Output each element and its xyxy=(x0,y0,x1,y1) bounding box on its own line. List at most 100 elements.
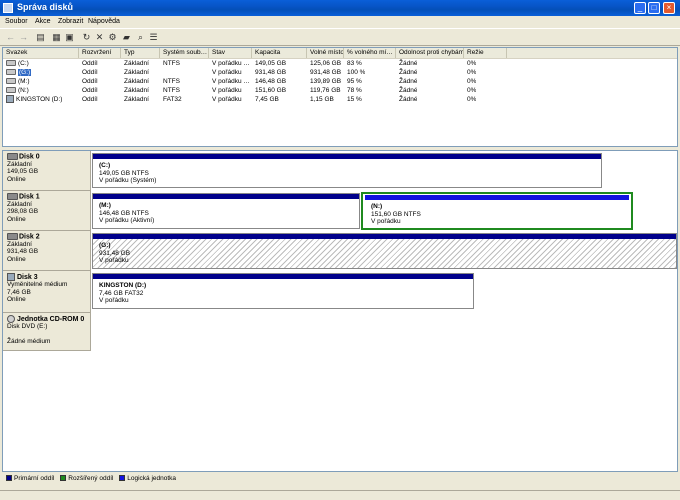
partition-name: KINGSTON (D:) xyxy=(99,282,147,289)
col-system-souboru[interactable]: Systém soub… xyxy=(160,48,209,58)
cdrom-icon xyxy=(7,315,15,323)
volume-fs xyxy=(160,68,163,77)
partition-c[interactable]: (C:) 149,05 GB NTFS V pořádku (Systém) xyxy=(92,153,602,188)
disk-type: Základní xyxy=(7,160,32,168)
volume-fault: Žádné xyxy=(399,69,418,76)
legend-swatch-primary xyxy=(6,475,12,482)
table-row[interactable]: (M:) Oddíl Základní NTFS V pořádku … 146… xyxy=(3,77,677,86)
volume-status: V pořádku … xyxy=(212,60,250,67)
partition-status: V pořádku (Systém) xyxy=(99,177,157,184)
volume-free: 931,48 GB xyxy=(310,69,342,76)
close-button[interactable]: × xyxy=(663,2,675,14)
menu-napoveda[interactable]: Nápověda xyxy=(88,18,120,25)
drive-icon xyxy=(6,60,16,67)
disk-2-label[interactable]: Disk 2 Základní 931,48 GB Online xyxy=(3,231,91,271)
menu-zobrazit[interactable]: Zobrazit xyxy=(58,18,83,25)
volume-pct: 15 % xyxy=(347,96,362,103)
extended-partition[interactable]: (N:) 151,60 GB NTFS V pořádku xyxy=(361,192,633,230)
disk-state: Online xyxy=(7,215,26,223)
disk-name: Jednotka CD-ROM 0 xyxy=(17,315,85,323)
volume-type: Základní xyxy=(124,96,149,103)
disk-graph-view[interactable]: Disk 0 Základní 149,05 GB Online (C:) 14… xyxy=(2,150,678,472)
volume-overhead: 0% xyxy=(467,69,477,76)
col-odolnost[interactable]: Odolnost proti chybám xyxy=(396,48,464,58)
maximize-button[interactable]: □ xyxy=(648,2,660,14)
disk-0-label[interactable]: Disk 0 Základní 149,05 GB Online xyxy=(3,151,91,191)
disk-3-label[interactable]: Disk 3 Vyměnitelné médium 7,46 GB Online xyxy=(3,271,91,313)
volume-name: KINGSTON (D:) xyxy=(16,96,63,103)
partition-d[interactable]: KINGSTON (D:) 7,46 GB FAT32 V pořádku xyxy=(92,273,474,309)
disk-size: 149,05 GB xyxy=(7,168,39,176)
menu-akce[interactable]: Akce xyxy=(35,18,51,25)
legend-label: Rozšířený oddíl xyxy=(68,475,114,482)
volume-capacity: 7,45 GB xyxy=(255,96,279,103)
disk-name: Disk 2 xyxy=(19,233,40,241)
partition-size: 7,46 GB FAT32 xyxy=(99,289,144,297)
volume-fault: Žádné xyxy=(399,96,418,103)
partition-g[interactable]: (G:) 931,48 GB V pořádku xyxy=(92,233,677,269)
disk-name: Disk 0 xyxy=(19,153,40,161)
partition-status: V pořádku xyxy=(371,218,401,225)
menu-soubor[interactable]: Soubor xyxy=(5,18,28,25)
volume-layout: Oddíl xyxy=(82,69,98,76)
menu-bar: Soubor Akce Zobrazit Nápověda xyxy=(0,16,680,28)
volume-free: 119,76 GB xyxy=(310,87,341,94)
table-row[interactable]: (N:) Oddíl Základní NTFS V pořádku 151,6… xyxy=(3,86,677,95)
col-svazek[interactable]: Svazek xyxy=(3,48,79,58)
volume-pct: 100 % xyxy=(347,69,366,76)
col-rezie[interactable]: Režie xyxy=(464,48,507,58)
volume-capacity: 149,05 GB xyxy=(255,60,287,67)
volume-capacity: 931,48 GB xyxy=(255,69,287,76)
toolbar: ← → ▤ ▦ ▣ ↻ ✕ ⚙ ▰ ⌕ ☰ xyxy=(0,28,680,46)
table-row[interactable]: (C:) Oddíl Základní NTFS V pořádku … 149… xyxy=(3,59,677,68)
drive-icon xyxy=(6,78,16,85)
settings-icon[interactable]: ⚙ xyxy=(106,31,119,43)
volume-list[interactable]: Svazek Rozvržení Typ Systém soub… Stav K… xyxy=(2,47,678,147)
volume-free: 125,06 GB xyxy=(310,60,342,67)
forward-icon[interactable]: → xyxy=(17,31,30,43)
volume-type: Základní xyxy=(124,78,149,85)
col-typ[interactable]: Typ xyxy=(121,48,160,58)
partition-m[interactable]: (M:) 146,48 GB NTFS V pořádku (Aktivní) xyxy=(92,193,360,229)
volume-pct: 95 % xyxy=(347,78,362,85)
drive-icon xyxy=(6,69,16,76)
title-bar[interactable]: Správa disků _ □ × xyxy=(0,0,680,16)
search-icon[interactable]: ⌕ xyxy=(134,31,147,43)
list-icon[interactable]: ☰ xyxy=(147,31,160,43)
table-row[interactable]: (G:) Oddíl Základní V pořádku 931,48 GB … xyxy=(3,68,677,77)
delete-icon[interactable]: ✕ xyxy=(93,31,106,43)
col-rozvrzeni[interactable]: Rozvržení xyxy=(79,48,121,58)
disk-type: Základní xyxy=(7,240,32,248)
partition-name: (G:) xyxy=(99,242,111,249)
disk-size: 298,08 GB xyxy=(7,208,39,216)
console-tree-icon[interactable]: ▤ xyxy=(34,31,47,43)
volume-name: (N:) xyxy=(18,87,29,94)
volume-layout: Oddíl xyxy=(82,78,98,85)
col-stav[interactable]: Stav xyxy=(209,48,252,58)
help-icon[interactable]: ▣ xyxy=(63,31,76,43)
partition-n[interactable]: (N:) 151,60 GB NTFS V pořádku xyxy=(365,195,629,227)
disk-name: Disk 3 xyxy=(17,273,38,281)
properties-icon[interactable]: ▦ xyxy=(50,31,63,43)
table-row[interactable]: KINGSTON (D:) Oddíl Základní FAT32 V poř… xyxy=(3,95,677,104)
partition-status: V pořádku xyxy=(99,257,129,264)
col-kapacita[interactable]: Kapacita xyxy=(252,48,307,58)
partition-name: (C:) xyxy=(99,162,111,169)
partition-size: 931,48 GB xyxy=(99,249,131,257)
minimize-button[interactable]: _ xyxy=(634,2,646,14)
volume-status: V pořádku xyxy=(212,69,242,76)
cdrom-0-label[interactable]: Jednotka CD-ROM 0 Disk DVD (E:) Žádné mé… xyxy=(3,313,91,351)
open-icon[interactable]: ▰ xyxy=(120,31,133,43)
col-procento-volneho[interactable]: % volného mí… xyxy=(344,48,396,58)
col-volne-misto[interactable]: Volné místo xyxy=(307,48,344,58)
legend: Primární oddíl Rozšířený oddíl Logická j… xyxy=(2,475,678,489)
disk-type: Základní xyxy=(7,200,32,208)
app-icon xyxy=(3,3,13,13)
hard-disk-icon xyxy=(7,233,18,240)
disk-state: Online xyxy=(7,175,26,183)
refresh-icon[interactable]: ↻ xyxy=(80,31,93,43)
partition-size: 149,05 GB NTFS xyxy=(99,169,149,177)
disk-1-label[interactable]: Disk 1 Základní 298,08 GB Online xyxy=(3,191,91,231)
volume-layout: Oddíl xyxy=(82,96,98,103)
back-icon[interactable]: ← xyxy=(4,31,17,43)
